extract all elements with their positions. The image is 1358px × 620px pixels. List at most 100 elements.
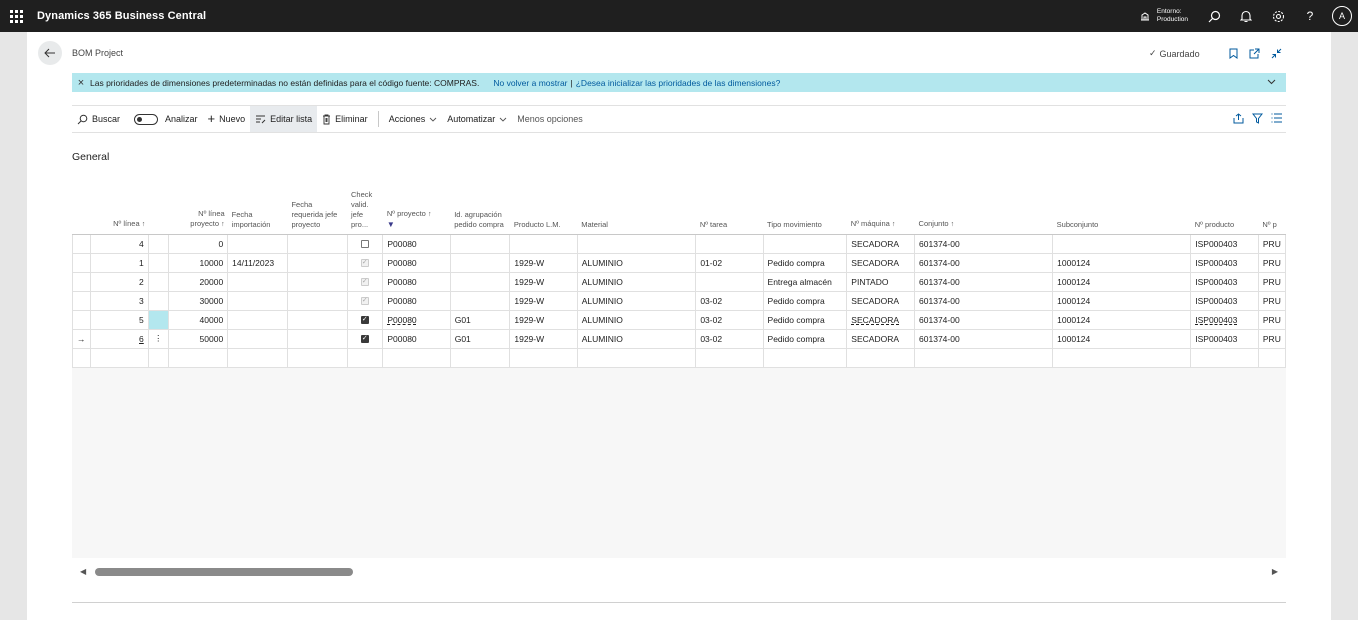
cell-project-no[interactable]: P00080	[382, 272, 451, 292]
row-marker[interactable]: →	[72, 329, 91, 349]
empty-cell[interactable]	[914, 348, 1054, 368]
cell-product-lm[interactable]: 1929-W	[509, 253, 578, 273]
empty-cell[interactable]	[763, 348, 848, 368]
cell-task-no[interactable]: 03-02	[695, 310, 764, 330]
table-row-empty[interactable]	[72, 348, 1286, 368]
cell-assembly[interactable]: 601374-00	[914, 329, 1054, 349]
filter-icon[interactable]	[1251, 113, 1264, 126]
cell-import-date[interactable]: 14/11/2023	[227, 253, 288, 273]
cell-product-lm[interactable]: 1929-W	[509, 272, 578, 292]
empty-cell[interactable]	[72, 348, 91, 368]
analyze-toggle[interactable]: Analizar	[129, 106, 203, 132]
column-header-assembly[interactable]: Conjunto ↑	[914, 177, 1053, 235]
column-header-project-no[interactable]: Nº proyecto ↑ ▼	[382, 177, 451, 235]
cell-import-date[interactable]	[227, 272, 288, 292]
horizontal-scrollbar[interactable]: ◀ ▶	[72, 565, 1286, 579]
cell-project-no[interactable]: P00080	[382, 234, 451, 254]
row-menu-cell[interactable]	[148, 272, 169, 292]
cell-required-date[interactable]	[287, 291, 348, 311]
open-new-window-icon[interactable]	[1247, 46, 1261, 60]
cell-line-no[interactable]: 4	[90, 234, 149, 254]
empty-cell[interactable]	[577, 348, 697, 368]
column-header-check-valid[interactable]: Check valid. jefe pro...	[347, 177, 383, 235]
empty-cell[interactable]	[846, 348, 916, 368]
cell-check[interactable]	[347, 329, 384, 349]
cell-project-no[interactable]: P00080	[382, 253, 451, 273]
cell-subassembly[interactable]: 1000124	[1052, 291, 1192, 311]
fewer-options-button[interactable]: Menos opciones	[512, 106, 588, 132]
row-marker[interactable]	[72, 272, 91, 292]
actions-menu[interactable]: Acciones	[384, 106, 443, 132]
cell-purchase-group[interactable]	[450, 234, 511, 254]
cell-required-date[interactable]	[287, 253, 348, 273]
cell-check[interactable]	[347, 310, 384, 330]
column-header-required-date[interactable]: Fecha requerida jefe proyecto	[287, 177, 348, 235]
cell-product-no[interactable]: ISP000403	[1190, 272, 1259, 292]
empty-cell[interactable]	[1258, 348, 1286, 368]
cell-project-line-no[interactable]: 30000	[168, 291, 229, 311]
cell-task-no[interactable]: 03-02	[695, 329, 764, 349]
cell-required-date[interactable]	[287, 234, 348, 254]
cell-line-no[interactable]: 3	[90, 291, 149, 311]
row-menu-cell[interactable]	[148, 291, 169, 311]
avatar[interactable]: A	[1332, 6, 1352, 26]
cell-project-no[interactable]: P00080	[382, 310, 451, 330]
close-icon[interactable]: ×	[72, 77, 90, 89]
empty-cell[interactable]	[695, 348, 764, 368]
edit-list-button[interactable]: Editar lista	[250, 106, 318, 132]
cell-purchase-group[interactable]	[450, 253, 511, 273]
cell-movement-type[interactable]: Pedido compra	[763, 253, 848, 273]
cell-movement-type[interactable]: Pedido compra	[763, 310, 848, 330]
column-header-movement-type[interactable]: Tipo movimiento	[763, 177, 847, 235]
cell-subassembly[interactable]: 1000124	[1052, 329, 1192, 349]
checkbox[interactable]	[360, 277, 369, 287]
cell-machine-no[interactable]: SECADORA	[846, 291, 916, 311]
empty-cell[interactable]	[90, 348, 149, 368]
gear-icon[interactable]	[1262, 0, 1294, 32]
back-button[interactable]	[38, 41, 62, 65]
cell-product-no[interactable]: ISP000403	[1190, 234, 1259, 254]
cell-next-col[interactable]: PRU	[1258, 253, 1286, 273]
chevron-down-icon[interactable]	[1267, 77, 1276, 87]
column-header-project-line-no[interactable]: Nº línea proyecto ↑	[168, 177, 228, 235]
dont-show-again-link[interactable]: No volver a mostrar	[493, 78, 567, 88]
cell-product-lm[interactable]: 1929-W	[509, 291, 578, 311]
cell-next-col[interactable]: PRU	[1258, 310, 1286, 330]
checkbox[interactable]	[360, 315, 369, 325]
table-row[interactable]: 4 0 P00080 SECADORA 601374-00 ISP000403 PRU	[72, 234, 1286, 254]
cell-task-no[interactable]: 01-02	[695, 253, 764, 273]
share-icon[interactable]	[1233, 112, 1244, 126]
cell-project-line-no[interactable]: 40000	[168, 310, 229, 330]
cell-movement-type[interactable]: Pedido compra	[763, 291, 848, 311]
initialize-priorities-link[interactable]: ¿Desea inicializar las prioridades de la…	[576, 78, 781, 88]
cell-material[interactable]	[577, 234, 697, 254]
checkbox[interactable]	[360, 334, 369, 344]
cell-subassembly[interactable]: 1000124	[1052, 253, 1192, 273]
row-marker[interactable]	[72, 253, 91, 273]
cell-project-line-no[interactable]: 50000	[168, 329, 229, 349]
checkbox[interactable]	[360, 240, 369, 249]
cell-product-lm[interactable]: 1929-W	[509, 329, 578, 349]
cell-purchase-group[interactable]: G01	[450, 310, 511, 330]
table-row[interactable]: 2 20000 P00080 1929-WALUMINIO Entrega almacé…	[72, 272, 1286, 292]
cell-required-date[interactable]	[287, 329, 348, 349]
waffle-icon[interactable]	[0, 0, 32, 32]
table-row[interactable]: 3 30000 P00080 1929-WALUMINIO03-02Pedido co…	[72, 291, 1286, 311]
empty-cell[interactable]	[382, 348, 451, 368]
column-header-task-no[interactable]: Nº tarea	[695, 177, 764, 235]
column-header-subassembly[interactable]: Subconjunto	[1052, 177, 1191, 235]
table-row[interactable]: 5 40000 P00080G011929-WALUMINIO03-02Pedido…	[72, 310, 1286, 330]
cell-material[interactable]: ALUMINIO	[577, 291, 697, 311]
cell-product-no[interactable]: ISP000403	[1190, 253, 1259, 273]
row-menu-cell[interactable]	[148, 253, 169, 273]
cell-subassembly[interactable]: 1000124	[1052, 272, 1192, 292]
environment-indicator[interactable]: Entorno: Production	[1139, 8, 1188, 24]
cell-project-line-no[interactable]: 10000	[168, 253, 229, 273]
bell-icon[interactable]	[1230, 0, 1262, 32]
row-menu-cell[interactable]	[148, 310, 169, 330]
cell-line-no[interactable]: 2	[90, 272, 149, 292]
empty-cell[interactable]	[168, 348, 229, 368]
delete-button[interactable]: Eliminar	[317, 106, 373, 132]
cell-material[interactable]: ALUMINIO	[577, 253, 697, 273]
cell-machine-no[interactable]: SECADORA	[846, 234, 916, 254]
